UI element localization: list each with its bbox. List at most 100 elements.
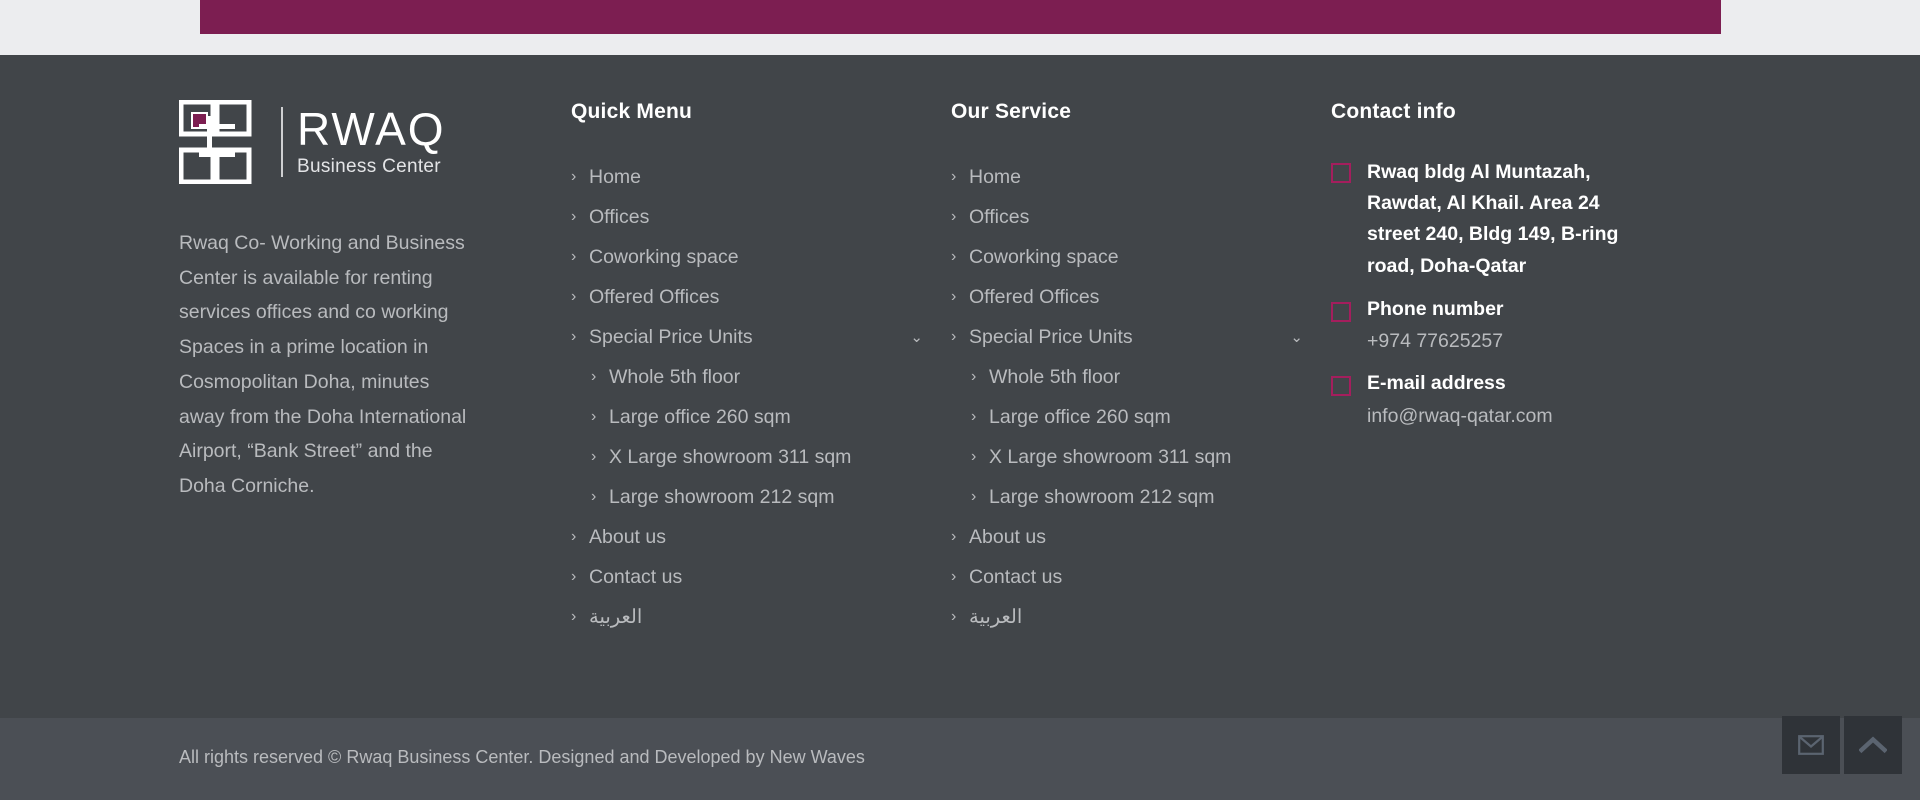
- chevron-right-icon: ›: [571, 568, 577, 585]
- quick-menu-item-label: Home: [589, 165, 642, 188]
- our-service-item-5[interactable]: › Whole 5th floor: [951, 357, 1331, 397]
- chevron-up-icon: [1859, 736, 1887, 754]
- quick-menu-item-9[interactable]: › About us: [571, 517, 951, 557]
- our-service-item-6[interactable]: › Large office 260 sqm: [951, 397, 1331, 437]
- footer-brand-column: RWAQ Business Center Rwaq Co- Working an…: [179, 100, 571, 637]
- chevron-down-icon[interactable]: ⌄: [1290, 330, 1303, 345]
- quick-menu-item-3[interactable]: › Offered Offices: [571, 277, 951, 317]
- envelope-icon: [1798, 735, 1824, 755]
- our-service-item-label: Whole 5th floor: [989, 365, 1121, 388]
- chevron-right-icon: ›: [571, 328, 577, 345]
- chevron-right-icon: ›: [951, 328, 957, 345]
- quick-menu-item-11[interactable]: › العربية: [571, 597, 951, 637]
- our-service-item-0[interactable]: › Home: [951, 157, 1331, 197]
- contact-address-item: Rwaq bldg Al Muntazah, Rawdat, Al Khail.…: [1331, 157, 1741, 282]
- quick-menu-item-6[interactable]: › Large office 260 sqm: [571, 397, 951, 437]
- chevron-right-icon: ›: [571, 248, 577, 265]
- page-top-strip: [0, 0, 1920, 55]
- contact-info-title: Contact info: [1331, 100, 1456, 123]
- envelope-icon: [1331, 376, 1351, 397]
- logo-divider: [281, 107, 283, 177]
- our-service-item-9[interactable]: › About us: [951, 517, 1331, 557]
- chevron-right-icon: ›: [951, 248, 957, 265]
- contact-email-button[interactable]: [1782, 716, 1840, 774]
- site-logo[interactable]: RWAQ Business Center: [179, 100, 531, 184]
- our-service-item-label: Special Price Units: [969, 325, 1133, 348]
- chevron-right-icon: ›: [951, 568, 957, 585]
- copyright-text: All rights reserved © Rwaq Business Cent…: [179, 747, 865, 767]
- promo-banner: [200, 0, 1721, 34]
- chevron-right-icon: ›: [571, 608, 577, 625]
- chevron-right-icon: ›: [951, 528, 957, 545]
- quick-menu-item-8[interactable]: › Large showroom 212 sqm: [571, 477, 951, 517]
- chevron-right-icon: ›: [951, 288, 957, 305]
- our-service-item-label: العربية: [969, 606, 1023, 628]
- contact-phone-item[interactable]: Phone number +974 77625257: [1331, 296, 1741, 357]
- our-service-item-11[interactable]: › العربية: [951, 597, 1331, 637]
- chevron-right-icon: ›: [971, 408, 977, 425]
- quick-menu-item-label: Large showroom 212 sqm: [609, 485, 835, 508]
- our-service-item-label: Coworking space: [969, 245, 1119, 268]
- contact-email-label: E-mail address: [1367, 372, 1506, 395]
- chevron-right-icon: ›: [591, 448, 597, 465]
- our-service-list: › Home › Offices › Coworking space › Offered Of…: [951, 157, 1331, 637]
- chevron-right-icon: ›: [571, 168, 577, 185]
- brand-description: Rwaq Co- Working and Business Center is …: [179, 232, 467, 497]
- our-service-item-label: Home: [969, 165, 1022, 188]
- logo-tagline: Business Center: [297, 155, 441, 177]
- chevron-right-icon: ›: [971, 448, 977, 465]
- scroll-to-top-button[interactable]: [1844, 716, 1902, 774]
- quick-menu-item-4[interactable]: › Special Price Units ⌄: [571, 317, 951, 357]
- quick-menu-item-label: العربية: [589, 606, 643, 628]
- quick-menu-item-label: Offices: [589, 205, 650, 228]
- our-service-item-label: Contact us: [969, 565, 1063, 588]
- contact-phone-value[interactable]: +974 77625257: [1367, 327, 1741, 356]
- quick-menu-item-label: X Large showroom 311 sqm: [609, 445, 852, 468]
- our-service-item-1[interactable]: › Offices: [951, 197, 1331, 237]
- our-service-item-3[interactable]: › Offered Offices: [951, 277, 1331, 317]
- quick-menu-item-label: Contact us: [589, 565, 683, 588]
- chevron-down-icon[interactable]: ⌄: [910, 330, 923, 345]
- contact-email-value[interactable]: info@rwaq-qatar.com: [1367, 402, 1741, 431]
- chevron-right-icon: ›: [571, 288, 577, 305]
- quick-menu-item-2[interactable]: › Coworking space: [571, 237, 951, 277]
- quick-menu-item-1[interactable]: › Offices: [571, 197, 951, 237]
- our-service-item-7[interactable]: › X Large showroom 311 sqm: [951, 437, 1331, 477]
- logo-wordmark: RWAQ: [297, 102, 446, 155]
- contact-info-column: Contact info Rwaq bldg Al Muntazah, Rawd…: [1331, 100, 1741, 637]
- floating-action-buttons: [1782, 716, 1902, 774]
- our-service-item-2[interactable]: › Coworking space: [951, 237, 1331, 277]
- phone-icon: [1331, 301, 1351, 322]
- our-service-column: Our Service › Home › Offices › Coworking spac…: [951, 100, 1331, 637]
- site-footer: RWAQ Business Center Rwaq Co- Working an…: [0, 55, 1920, 718]
- quick-menu-list: › Home › Offices › Coworking space › Offered Of…: [571, 157, 951, 637]
- our-service-item-label: Offered Offices: [969, 285, 1100, 308]
- chevron-right-icon: ›: [951, 168, 957, 185]
- our-service-item-8[interactable]: › Large showroom 212 sqm: [951, 477, 1331, 517]
- quick-menu-item-7[interactable]: › X Large showroom 311 sqm: [571, 437, 951, 477]
- quick-menu-item-label: Large office 260 sqm: [609, 405, 791, 428]
- footer-bottom-bar: All rights reserved © Rwaq Business Cent…: [0, 718, 1920, 800]
- chevron-right-icon: ›: [971, 368, 977, 385]
- our-service-title: Our Service: [951, 100, 1072, 123]
- chevron-right-icon: ›: [571, 208, 577, 225]
- our-service-item-label: Large showroom 212 sqm: [989, 485, 1215, 508]
- contact-phone-label: Phone number: [1367, 297, 1504, 320]
- our-service-item-label: Offices: [969, 205, 1030, 228]
- quick-menu-title: Quick Menu: [571, 100, 693, 123]
- our-service-item-label: X Large showroom 311 sqm: [989, 445, 1232, 468]
- rwaq-squares-logo-icon: [179, 100, 252, 184]
- quick-menu-item-5[interactable]: › Whole 5th floor: [571, 357, 951, 397]
- map-marker-icon: [1331, 163, 1351, 183]
- contact-address-text: Rwaq bldg Al Muntazah, Rawdat, Al Khail.…: [1367, 161, 1619, 277]
- quick-menu-item-10[interactable]: › Contact us: [571, 557, 951, 597]
- quick-menu-item-label: Whole 5th floor: [609, 365, 741, 388]
- chevron-right-icon: ›: [591, 368, 597, 385]
- chevron-right-icon: ›: [971, 488, 977, 505]
- our-service-item-label: Large office 260 sqm: [989, 405, 1171, 428]
- chevron-right-icon: ›: [571, 528, 577, 545]
- quick-menu-item-0[interactable]: › Home: [571, 157, 951, 197]
- our-service-item-4[interactable]: › Special Price Units ⌄: [951, 317, 1331, 357]
- our-service-item-10[interactable]: › Contact us: [951, 557, 1331, 597]
- contact-email-item[interactable]: E-mail address info@rwaq-qatar.com: [1331, 370, 1741, 431]
